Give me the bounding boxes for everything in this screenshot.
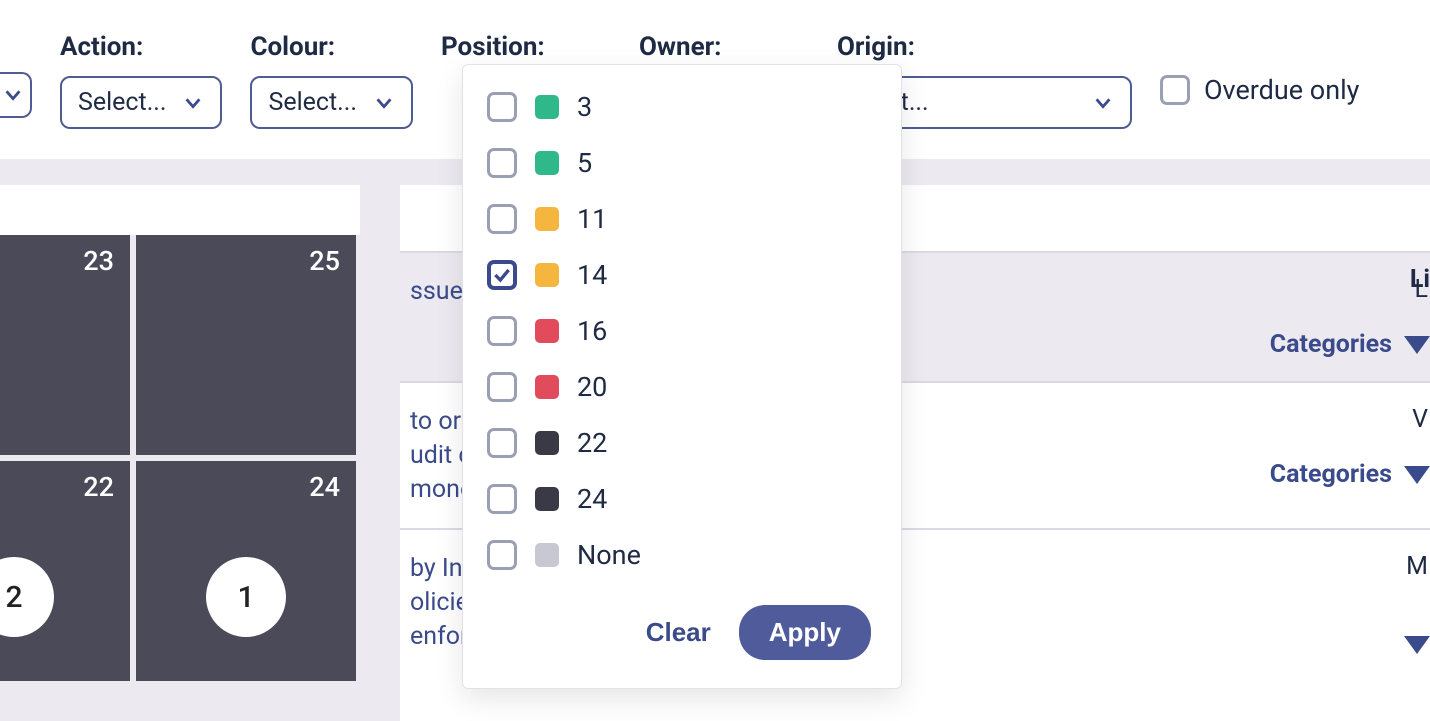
cell-number: 23 <box>83 245 114 277</box>
checkbox[interactable] <box>487 372 517 402</box>
color-swatch <box>535 319 559 343</box>
color-swatch <box>535 543 559 567</box>
action-select[interactable]: Select... <box>60 76 222 129</box>
overdue-checkbox[interactable] <box>1160 75 1190 105</box>
heatmap-cell[interactable]: 25 <box>136 235 356 455</box>
cell-count: 2 <box>0 557 54 637</box>
apply-button[interactable]: Apply <box>739 605 871 660</box>
color-swatch <box>535 207 559 231</box>
option-label: 14 <box>577 259 607 291</box>
filter-label-action: Action: <box>60 32 222 62</box>
column-header-right: Li <box>1410 265 1430 294</box>
heatmap: 23 25 22 2 24 1 <box>0 185 400 721</box>
color-swatch <box>535 431 559 455</box>
position-option[interactable]: 5 <box>463 135 901 191</box>
cell-number: 24 <box>309 471 340 503</box>
color-swatch <box>535 375 559 399</box>
checkbox[interactable] <box>487 428 517 458</box>
chevron-down-icon <box>1092 92 1114 114</box>
filter-colour: Colour: Select... <box>250 32 412 129</box>
filter-label-position: Position: <box>441 32 611 62</box>
categories-label: Categories <box>1270 460 1392 489</box>
overdue-checkbox-row[interactable]: Overdue only <box>1160 74 1359 106</box>
categories-link[interactable] <box>1404 636 1430 654</box>
heatmap-cell[interactable]: 24 1 <box>136 461 356 681</box>
option-label: 24 <box>577 483 607 515</box>
position-option[interactable]: 11 <box>463 191 901 247</box>
checkbox[interactable] <box>487 204 517 234</box>
triangle-down-icon <box>1404 636 1430 654</box>
position-option[interactable]: 14 <box>463 247 901 303</box>
option-label: None <box>577 539 641 571</box>
colour-select-value: Select... <box>268 88 356 117</box>
option-label: 20 <box>577 371 607 403</box>
filter-action: Action: Select... <box>60 32 222 129</box>
colour-select[interactable]: Select... <box>250 76 412 129</box>
categories-link[interactable]: Categories <box>1270 330 1430 359</box>
categories-label: Categories <box>1270 330 1392 359</box>
filter-label-colour: Colour: <box>250 32 412 62</box>
cell-number: 22 <box>83 471 114 503</box>
checkbox[interactable] <box>487 148 517 178</box>
risk-right-value: M <box>1406 552 1430 581</box>
heatmap-cell[interactable]: 23 <box>0 235 130 455</box>
color-swatch <box>535 95 559 119</box>
position-option[interactable]: None <box>463 527 901 583</box>
checkbox[interactable] <box>487 316 517 346</box>
clear-button[interactable]: Clear <box>646 617 711 648</box>
filter-label-owner: Owner: <box>639 32 809 62</box>
checkbox[interactable] <box>487 484 517 514</box>
option-label: 16 <box>577 315 607 347</box>
triangle-down-icon <box>1404 466 1430 484</box>
heatmap-cell[interactable]: 22 2 <box>0 461 130 681</box>
color-swatch <box>535 487 559 511</box>
select-left-edge[interactable] <box>0 72 32 118</box>
triangle-down-icon <box>1404 336 1430 354</box>
position-option[interactable]: 20 <box>463 359 901 415</box>
position-option[interactable]: 24 <box>463 471 901 527</box>
risk-right-value: V <box>1412 405 1430 434</box>
filter-label-origin: Origin: <box>837 32 1132 62</box>
checkbox[interactable] <box>487 260 517 290</box>
filter-position: Position: <box>441 32 611 62</box>
categories-link[interactable]: Categories <box>1270 460 1430 489</box>
chevron-down-icon <box>182 92 204 114</box>
position-dropdown: 3 5 11 14 16 20 22 24 None Clear Apply <box>462 64 902 689</box>
position-option[interactable]: 16 <box>463 303 901 359</box>
overdue-label: Overdue only <box>1204 74 1359 106</box>
checkbox[interactable] <box>487 540 517 570</box>
position-option[interactable]: 3 <box>463 79 901 135</box>
color-swatch <box>535 151 559 175</box>
option-label: 5 <box>577 147 592 179</box>
cell-number: 25 <box>309 245 340 277</box>
cell-count: 1 <box>206 557 286 637</box>
option-label: 11 <box>577 203 607 235</box>
action-select-value: Select... <box>78 88 166 117</box>
chevron-down-icon <box>2 84 24 106</box>
checkbox[interactable] <box>487 92 517 122</box>
option-label: 22 <box>577 427 607 459</box>
position-option[interactable]: 22 <box>463 415 901 471</box>
filter-owner: Owner: <box>639 32 809 62</box>
color-swatch <box>535 263 559 287</box>
chevron-down-icon <box>373 92 395 114</box>
option-label: 3 <box>577 91 592 123</box>
